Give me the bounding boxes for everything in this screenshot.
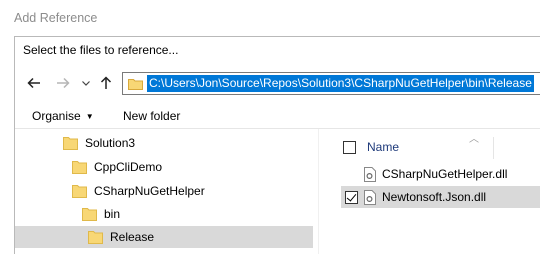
file-name: CSharpNuGetHelper.dll	[382, 167, 508, 181]
forward-button[interactable]	[54, 73, 72, 93]
file-name: Newtonsoft.Json.dll	[382, 190, 487, 204]
chevron-down-icon	[82, 80, 90, 86]
file-picker-dialog: Select the files to reference... C:\User…	[14, 36, 540, 254]
window-background	[0, 36, 14, 254]
folder-icon	[72, 184, 87, 198]
tree-item-label: bin	[104, 207, 121, 221]
folder-icon	[72, 160, 87, 174]
organise-button[interactable]: Organise ▼	[32, 109, 94, 123]
arrow-up-icon	[100, 76, 112, 89]
address-text[interactable]: C:\Users\Jon\Source\Repos\Solution3\CSha…	[147, 75, 534, 92]
column-name-label: Name	[367, 140, 400, 154]
up-button[interactable]	[98, 73, 114, 93]
address-bar[interactable]: C:\Users\Jon\Source\Repos\Solution3\CSha…	[122, 72, 540, 95]
dll-file-icon	[364, 189, 376, 205]
window-title-bar: Add Reference	[0, 0, 540, 36]
caret-down-icon: ▼	[85, 112, 94, 121]
tree-item-solution3[interactable]: Solution3	[15, 132, 313, 154]
folder-icon	[128, 79, 143, 90]
back-button[interactable]	[25, 73, 43, 93]
dll-file-icon	[364, 166, 376, 182]
navigation-pane: Solution3 CppCliDemo CSharpNuGetHelper b…	[15, 129, 315, 254]
new-folder-button[interactable]: New folder	[123, 109, 180, 123]
tree-item-label: CSharpNuGetHelper	[94, 184, 205, 198]
tree-item-label: Solution3	[85, 136, 136, 150]
file-list: ︿ Name CSharpNuGetHelper.dll Newtonsoft.…	[319, 129, 540, 254]
list-item[interactable]: Newtonsoft.Json.dll	[341, 186, 540, 208]
column-separator[interactable]	[493, 137, 494, 159]
tree-item-label: CppCliDemo	[94, 160, 163, 174]
tree-item-label: Release	[110, 230, 155, 244]
arrow-right-icon	[57, 77, 70, 89]
file-checkbox[interactable]	[345, 190, 358, 204]
navigation-bar: C:\Users\Jon\Source\Repos\Solution3\CSha…	[15, 67, 540, 101]
organise-label: Organise	[32, 109, 81, 123]
tree-item-release[interactable]: Release	[15, 226, 313, 248]
select-all-checkbox[interactable]	[343, 140, 356, 154]
window-title: Add Reference	[14, 11, 98, 25]
folder-icon	[82, 207, 97, 221]
list-item[interactable]: CSharpNuGetHelper.dll	[341, 163, 540, 185]
arrow-left-icon	[27, 77, 40, 89]
folder-icon	[63, 136, 78, 150]
column-header-name[interactable]: Name	[319, 137, 540, 159]
folder-icon	[88, 230, 103, 244]
tree-item-csharpnugethelper[interactable]: CSharpNuGetHelper	[15, 180, 313, 202]
tree-item-bin[interactable]: bin	[15, 203, 313, 225]
recent-locations-button[interactable]	[80, 73, 92, 93]
dialog-title: Select the files to reference...	[23, 43, 179, 57]
command-bar: Organise ▼ New folder	[15, 101, 540, 129]
tree-item-cppclidemo[interactable]: CppCliDemo	[15, 156, 313, 178]
